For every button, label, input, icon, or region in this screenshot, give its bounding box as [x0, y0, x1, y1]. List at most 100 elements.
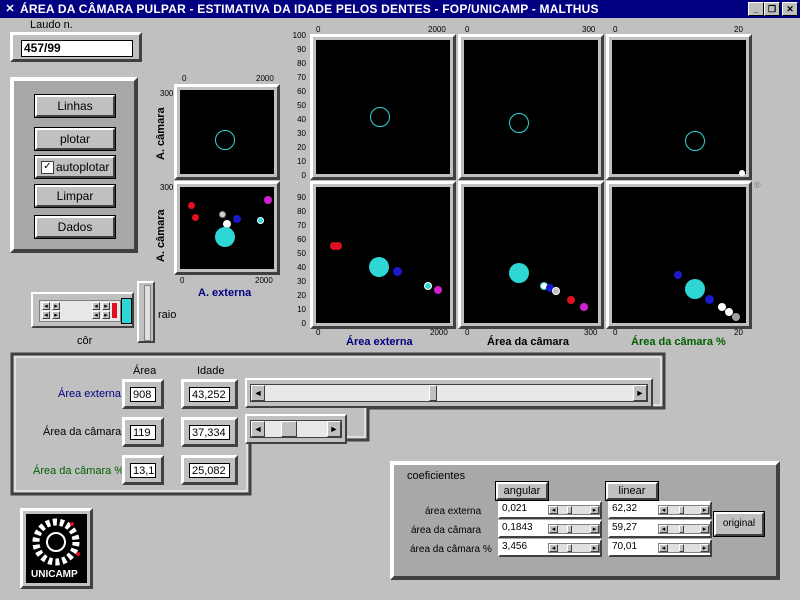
y-tick-label: 0 [301, 171, 306, 180]
limpar-button[interactable]: Limpar [34, 184, 116, 208]
plotar-button[interactable]: plotar [34, 127, 116, 151]
slider-right-icon[interactable]: ▸ [590, 525, 599, 533]
data-point [188, 202, 195, 209]
plot-top-col2-frame [458, 34, 604, 180]
plot-top-col1[interactable] [316, 40, 450, 174]
slider-right-icon[interactable]: ▸ [700, 544, 709, 552]
angular-value[interactable]: 0,021 [502, 503, 527, 514]
linear-slider[interactable]: ◂ ▸ [658, 543, 710, 553]
scroll-left-arrow-icon[interactable]: ◄ [251, 421, 265, 437]
slider-thumb[interactable] [567, 506, 572, 514]
plot-top-col2[interactable] [464, 40, 598, 174]
data-point [192, 214, 199, 221]
col1-xtick-max: 2000 [428, 25, 446, 34]
plot-bottom-col1[interactable] [316, 187, 450, 323]
slider-right-icon[interactable]: ▸ [700, 506, 709, 514]
laudo-input[interactable]: 457/99 [21, 40, 133, 57]
color-control-frame: ◂ ▸ ◂ ▸ ◂ ▸ ◂ ▸ [31, 292, 134, 328]
color-slider-track[interactable]: ◂ ▸ ◂ ▸ ◂ ▸ ◂ ▸ [39, 300, 121, 322]
idade-header: Idade [197, 365, 225, 377]
color-left-arrow-icon[interactable]: ▸ [52, 302, 60, 310]
color-right-arrow-icon[interactable]: ◂ [92, 302, 100, 310]
data-point [674, 271, 682, 279]
color-right-arrow-icon[interactable]: ▸ [102, 302, 110, 310]
linhas-button[interactable]: Linhas [34, 94, 116, 118]
autoplotar-checkbox[interactable]: ✓ autoplotar [34, 155, 116, 179]
data-point [334, 242, 342, 250]
slider-left-icon[interactable]: ◂ [549, 544, 558, 552]
unicamp-logo-frame: UNICAMP [20, 508, 93, 589]
plot-top-col1-frame [310, 34, 456, 180]
area-camara-pct-frame: 13,1 [122, 455, 164, 485]
slider-left-icon[interactable]: ◂ [549, 525, 558, 533]
linear-slider[interactable]: ◂ ▸ [658, 505, 710, 515]
linear-button[interactable]: linear [605, 481, 659, 501]
slider-left-icon[interactable]: ◂ [659, 544, 668, 552]
color-right-arrow-icon[interactable]: ▸ [102, 311, 110, 319]
small-bottom-ytick: 300 [160, 183, 174, 192]
linear-value[interactable]: 70,01 [612, 541, 637, 552]
slider-left-icon[interactable]: ◂ [659, 525, 668, 533]
linear-slider[interactable]: ◂ ▸ [658, 524, 710, 534]
angular-value[interactable]: 0,1843 [502, 522, 533, 533]
scroll-right-arrow-icon[interactable]: ► [633, 385, 647, 401]
unicamp-seal-icon [32, 518, 80, 566]
idade-camara-pct-output: 25,082 [189, 463, 230, 478]
plot-top-col3[interactable] [612, 40, 746, 176]
current-point [215, 227, 235, 247]
plot-bottom-col3[interactable] [612, 187, 746, 323]
raio-label: raio [158, 309, 177, 321]
idade-camara-pct-frame: 25,082 [181, 455, 238, 485]
area-camara-scrollbar[interactable]: ◄ ► [250, 420, 342, 438]
slider-right-icon[interactable]: ▸ [700, 525, 709, 533]
dados-button[interactable]: Dados [34, 215, 116, 239]
slider-right-icon[interactable]: ▸ [590, 544, 599, 552]
plot-bottom-col3-frame [606, 181, 752, 329]
small-bottom-plot[interactable] [180, 187, 274, 269]
original-button[interactable]: original [713, 511, 765, 537]
close-button[interactable]: ✕ [782, 2, 798, 16]
area-externa-scrollbar[interactable]: ◄ ► [250, 384, 648, 402]
col2-bottom-xtick-max: 300 [584, 328, 598, 337]
slider-thumb[interactable] [567, 544, 572, 552]
area-externa-input[interactable]: 908 [130, 387, 156, 402]
idade-externa-frame: 43,252 [181, 379, 238, 409]
slider-right-icon[interactable]: ▸ [590, 506, 599, 514]
y-tick-label: 40 [297, 263, 306, 272]
small-top-xtick-min: 0 [182, 74, 187, 83]
plot-bottom-col2[interactable] [464, 187, 598, 323]
angular-value[interactable]: 3,456 [502, 541, 527, 552]
data-point [393, 267, 402, 276]
slider-thumb[interactable] [679, 506, 684, 514]
slider-thumb[interactable] [679, 525, 684, 533]
slider-left-icon[interactable]: ◂ [659, 506, 668, 514]
slider-thumb[interactable] [679, 544, 684, 552]
color-left-arrow-icon[interactable]: ◂ [42, 311, 50, 319]
color-left-arrow-icon[interactable]: ◂ [42, 302, 50, 310]
scroll-left-arrow-icon[interactable]: ◄ [251, 385, 265, 401]
linear-value[interactable]: 59,27 [612, 522, 637, 533]
small-top-plot[interactable] [180, 90, 274, 174]
area-camara-pct-input[interactable]: 13,1 [130, 463, 156, 478]
scroll-thumb[interactable] [429, 385, 437, 401]
scroll-thumb[interactable] [281, 421, 297, 437]
y-tick-label: 20 [297, 291, 306, 300]
angular-slider[interactable]: ◂ ▸ [548, 505, 600, 515]
slider-left-icon[interactable]: ◂ [549, 506, 558, 514]
checkbox-check-icon: ✓ [41, 161, 54, 174]
area-camara-input[interactable]: 119 [130, 425, 156, 440]
linear-value[interactable]: 62,32 [612, 503, 637, 514]
restore-button[interactable]: ❐ [764, 2, 780, 16]
angular-slider[interactable]: ◂ ▸ [548, 524, 600, 534]
minimize-button[interactable]: _ [748, 2, 764, 16]
raio-slider[interactable] [137, 281, 155, 343]
color-left-arrow-icon[interactable]: ▸ [52, 311, 60, 319]
slider-thumb[interactable] [567, 525, 572, 533]
angular-button[interactable]: angular [495, 481, 549, 501]
col1-bottom-xtick-max: 2000 [430, 328, 448, 337]
scroll-right-arrow-icon[interactable]: ► [327, 421, 341, 437]
app-icon[interactable]: ✕ [2, 1, 18, 17]
angular-slider[interactable]: ◂ ▸ [548, 543, 600, 553]
row-label-area-camara-pct: Área da câmara % [33, 465, 125, 477]
color-right-arrow-icon[interactable]: ◂ [92, 311, 100, 319]
